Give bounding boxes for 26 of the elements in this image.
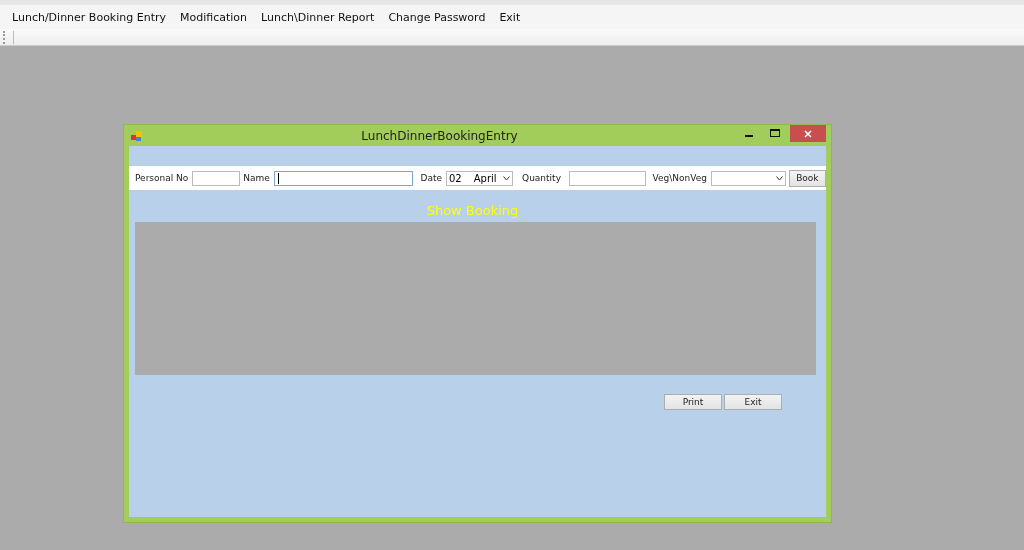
- menu-item[interactable]: Change Password: [381, 7, 493, 27]
- action-button[interactable]: Print: [664, 394, 722, 410]
- window-title: LunchDinnerBookingEntry: [360, 128, 519, 143]
- field-label: Quantity: [522, 173, 561, 183]
- toolbar-grip: [3, 30, 14, 44]
- date-dropdown[interactable]: 02 April: [446, 170, 514, 186]
- book-button[interactable]: Book: [788, 169, 826, 187]
- menu-item[interactable]: Exit: [492, 7, 528, 27]
- maximize-icon: [770, 129, 780, 137]
- field-label: Name: [243, 173, 270, 183]
- action-button[interactable]: Exit: [724, 394, 782, 410]
- close-icon: [804, 129, 812, 138]
- name-field[interactable]: [273, 170, 414, 186]
- chevron-down-icon: [775, 175, 783, 181]
- menu-item[interactable]: Modification: [173, 7, 255, 27]
- section-heading: Show Booking: [425, 203, 520, 218]
- app-icon: [131, 130, 143, 141]
- field-label: Veg\NonVeg: [652, 173, 707, 183]
- menu-item[interactable]: Lunch\Dinner Report: [254, 7, 382, 27]
- quantity-field[interactable]: [568, 170, 646, 186]
- field-label: Personal No: [135, 173, 189, 183]
- veg-dropdown[interactable]: [711, 170, 786, 186]
- chevron-down-icon: [503, 175, 511, 181]
- field-label: Date: [420, 173, 442, 183]
- menu-item[interactable]: Lunch/Dinner Booking Entry: [5, 7, 173, 27]
- personal-no-field[interactable]: [192, 170, 241, 186]
